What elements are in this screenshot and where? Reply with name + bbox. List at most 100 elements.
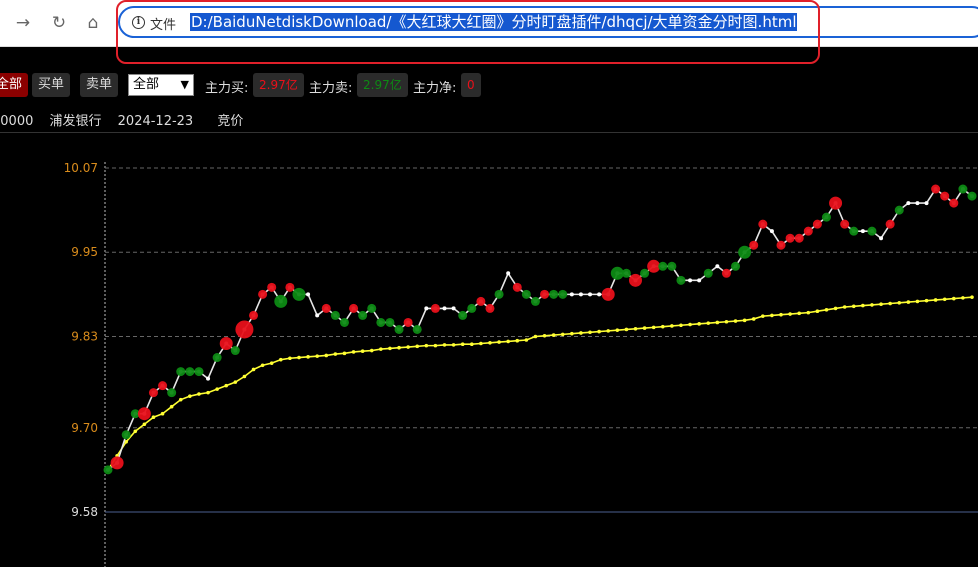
price-point [924,201,929,206]
sell-order-marker [412,324,422,334]
sell-order-marker [458,310,468,320]
sell-order-marker [339,317,349,327]
buy-order-marker [829,196,843,210]
buy-order-marker [267,282,277,292]
highlight-annotation [116,0,820,64]
stock-name: 浦发银行 [49,114,102,129]
y-tick-label: 9.70 [71,421,98,435]
buy-order-marker [785,233,795,243]
average-point [379,347,383,351]
buy-order-marker [776,240,786,250]
sell-order-marker [185,367,195,377]
average-point [242,374,247,379]
average-point [833,306,838,311]
sell-order-marker [738,245,752,259]
average-point [197,392,201,396]
average-point [360,349,365,354]
sell-order-marker [194,367,204,377]
average-point [588,330,592,335]
average-point [597,329,601,334]
average-point [224,383,229,388]
average-point [660,324,665,329]
price-point [451,306,456,311]
average-point [260,363,265,368]
buy-order-marker [803,226,813,236]
sell-order-marker [731,261,741,271]
home-icon[interactable]: ⌂ [80,10,106,36]
main-net-label: 主力净: [413,81,457,96]
average-point [269,361,274,365]
buy-order-marker [235,320,254,339]
average-point [133,429,138,434]
sell-order-marker [376,317,386,327]
reload-icon[interactable]: ↻ [46,10,72,36]
sell-button[interactable]: 卖单 [80,73,119,97]
average-point [560,332,565,337]
average-point [415,344,420,349]
average-point [888,301,892,306]
main-buy-value: 2.97亿 [253,73,304,97]
average-point [806,310,811,315]
average-point [515,338,520,343]
average-point [406,345,410,349]
average-point [169,404,174,409]
price-point [688,278,693,283]
average-point [397,345,401,350]
sell-order-marker [274,294,288,308]
average-point [206,390,210,395]
intraday-chart[interactable]: 9.58 9.70 9.83 9.95 10.07 [0,132,978,567]
sell-order-marker [292,287,306,301]
buy-order-marker [403,317,413,327]
average-point [533,334,538,339]
average-point [779,312,783,317]
average-point [315,354,319,358]
average-point [670,324,674,328]
filter-select-value: 全部 [133,77,160,92]
sell-order-marker [530,296,540,306]
average-point [952,296,956,301]
price-point [206,376,211,381]
average-point [142,422,147,427]
average-point [915,299,920,304]
buy-order-marker [512,282,522,292]
average-price-line [107,296,973,471]
buy-order-marker [949,198,959,208]
price-point [906,201,911,206]
buy-order-marker [794,233,804,243]
buy-order-marker [158,381,168,391]
average-point [733,319,738,323]
price-point [569,292,574,297]
stock-info: 00000 浦发银行 2024-12-23 竞价 [0,110,255,129]
stock-code: 00000 [0,114,34,129]
sell-order-marker [176,367,186,377]
average-point [324,353,329,358]
buy-order-marker [321,303,331,313]
price-point [769,229,774,234]
buy-order-marker [137,407,151,421]
forward-icon[interactable]: → [10,10,36,36]
sell-order-marker [621,268,631,278]
sell-order-marker [640,268,650,278]
buy-order-marker [476,296,486,306]
average-point [288,356,292,361]
average-point [433,343,438,348]
buy-button[interactable]: 买单 [32,73,71,97]
average-point [924,298,929,303]
average-point [651,325,656,330]
average-point [961,296,965,300]
average-point [542,333,547,338]
average-point [506,339,510,344]
average-point [451,343,456,347]
sell-order-marker [894,205,904,215]
sell-order-marker [821,212,831,222]
average-point [233,380,238,384]
average-point [479,341,483,346]
filter-select[interactable]: 全部 ▼ [128,74,194,96]
y-tick-label: 9.83 [71,329,98,343]
average-point [351,350,356,354]
buy-order-marker [940,191,950,201]
all-button[interactable]: 全部 [0,73,29,97]
y-tick-label: 9.95 [71,245,98,259]
price-point [860,229,865,234]
sell-order-marker [494,289,504,299]
